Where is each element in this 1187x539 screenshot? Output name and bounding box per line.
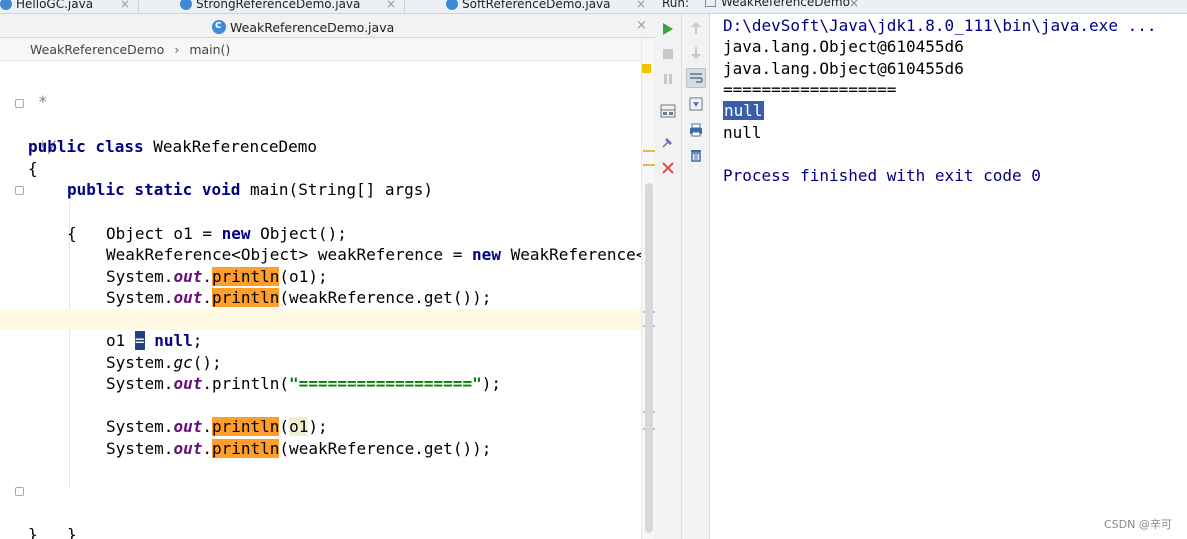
console-line-selected: null [723,101,764,120]
tab-softreferencedemo[interactable]: SoftReferenceDemo.java × [446,0,646,13]
run-tab-label: WeakReferenceDemo [721,0,850,9]
console-exit-message: Process finished with exit code 0 [723,166,1041,185]
editor-pane: HelloGC.java × StrongReferenceDemo.java … [0,0,655,539]
trash-icon[interactable] [686,145,706,165]
print-icon[interactable] [686,120,706,140]
close-icon[interactable]: × [386,0,396,11]
console-icon [705,0,716,7]
tab-label: StrongReferenceDemo.java [196,0,361,11]
code-line: System.out.println(o1); [106,417,328,437]
warning-mark[interactable] [643,164,655,166]
breadcrumb-separator: › [174,41,180,57]
close-icon[interactable] [658,158,678,178]
scrollbar[interactable] [645,183,653,533]
code-line: */ [0,93,641,156]
code-line: System.gc(); [106,353,222,373]
code-area[interactable]: * */ public class WeakReferenceDemo { pu… [0,61,641,539]
fold-icon[interactable] [15,487,24,496]
tab-weakreferencedemo[interactable]: WeakReferenceDemo.java [212,17,394,37]
tab-strongreferencedemo[interactable]: StrongReferenceDemo.java × [180,0,396,13]
inspection-status-icon[interactable] [642,64,651,73]
code-line: public static void main(String[] args) [67,180,434,200]
code-line: public class WeakReferenceDemo [28,137,317,157]
console-line: ================== [723,80,897,99]
run-label: Run: [662,0,690,10]
class-icon [212,18,226,34]
code-line: WeakReference<Object> weakReference = ne… [106,245,641,265]
console-line: null [723,123,762,142]
code-line: { [0,180,641,243]
breadcrumb: WeakReferenceDemo › main() [0,38,655,61]
code-line: } [0,481,641,539]
code-line: * [38,92,48,112]
code-line: System.out.println(weakReference.get()); [106,288,492,308]
code-line: } [28,525,38,539]
console-command-line: D:\devSoft\Java\jdk1.8.0_111\bin\java.ex… [723,16,1157,35]
console-output[interactable]: D:\devSoft\Java\jdk1.8.0_111\bin\java.ex… [711,14,1187,539]
console-line: java.lang.Object@610455d6 [723,59,964,78]
pin-icon[interactable] [658,132,678,152]
tab-hellogc[interactable]: HelloGC.java × [0,0,130,13]
tab-label: HelloGC.java [16,0,94,11]
tab-label: SoftReferenceDemo.java [462,0,611,11]
close-icon[interactable]: × [636,18,647,33]
code-line: System.out.println(o1); [106,267,328,287]
run-icon[interactable] [658,19,678,39]
fold-icon[interactable] [15,99,24,108]
active-tab-bar: WeakReferenceDemo.java × [0,14,655,38]
watermark: CSDN @辛可 [1104,518,1172,531]
close-icon[interactable]: × [636,0,646,11]
class-icon [180,0,192,10]
class-icon [0,0,12,10]
breadcrumb-class[interactable]: WeakReferenceDemo [30,42,164,57]
fold-icon[interactable] [15,186,24,195]
up-icon[interactable] [686,18,706,38]
close-icon[interactable]: × [849,0,859,10]
tab-label: WeakReferenceDemo.java [230,19,395,35]
code-line: { [28,159,38,179]
layout-icon[interactable] [658,101,678,121]
stop-icon[interactable] [658,44,678,64]
warning-mark[interactable] [643,150,655,152]
down-icon[interactable] [686,43,706,63]
code-line: System.out.println("==================")… [106,374,501,394]
run-toolbar [655,14,682,539]
editor-tab-bar: HelloGC.java × StrongReferenceDemo.java … [0,0,655,14]
scroll-end-icon[interactable] [686,94,706,114]
code-line-current: o1 = null; [0,309,641,351]
pause-icon[interactable] [658,69,678,89]
code-line: System.out.println(weakReference.get()); [106,439,492,459]
class-icon [446,0,458,10]
close-icon[interactable]: × [120,0,130,11]
breadcrumb-method[interactable]: main() [189,42,230,57]
code-line: Object o1 = new Object(); [106,224,347,244]
console-toolbar [682,14,710,539]
console-line: java.lang.Object@610455d6 [723,37,964,56]
soft-wrap-icon[interactable] [686,68,706,88]
run-tab[interactable]: WeakReferenceDemo [705,0,850,9]
